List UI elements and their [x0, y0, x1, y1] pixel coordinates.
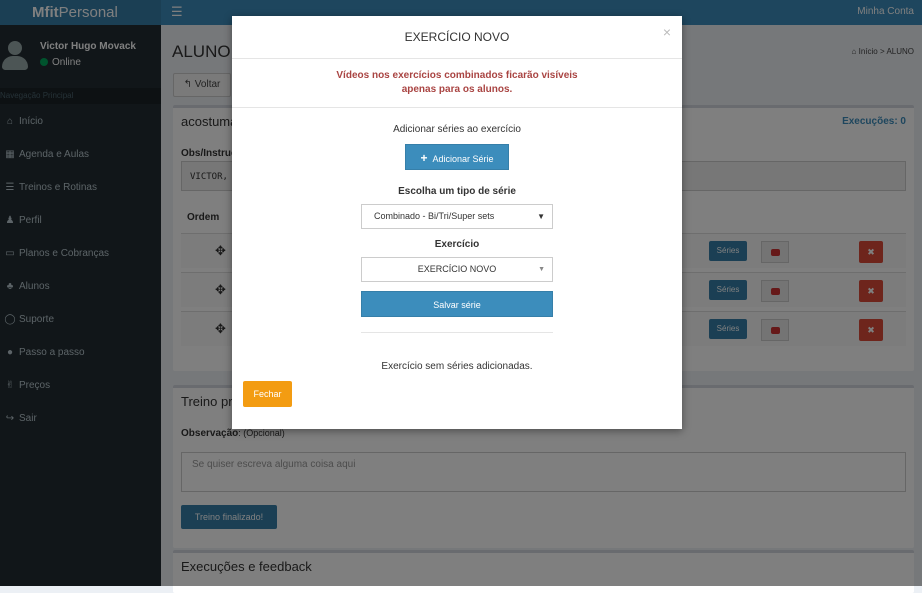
- modal-title: EXERCÍCIO NOVO: [404, 30, 510, 44]
- close-button[interactable]: Fechar: [243, 381, 292, 407]
- add-series-label: Adicionar séries ao exercício: [393, 124, 521, 135]
- caret-down-icon: ▼: [537, 212, 545, 221]
- new-exercise-modal: EXERCÍCIO NOVO × Vídeos nos exercícios c…: [232, 16, 682, 429]
- empty-series-message: Exercício sem séries adicionadas.: [381, 361, 533, 372]
- divider: [361, 332, 553, 333]
- exercise-label: Exercício: [434, 239, 480, 250]
- divider: [232, 107, 682, 108]
- save-series-button[interactable]: Salvar série: [361, 291, 553, 317]
- divider: [232, 58, 682, 59]
- warning-message: Vídeos nos exercícios combinados ficarão…: [336, 70, 578, 95]
- series-type-label: Escolha um tipo de série: [398, 186, 516, 197]
- caret-down-icon: ▼: [538, 266, 545, 273]
- plus-icon: +: [420, 151, 428, 165]
- series-type-select[interactable]: Combinado - Bi/Tri/Super sets ▼: [361, 204, 553, 229]
- add-series-button[interactable]: + Adicionar Série: [405, 144, 509, 170]
- exercise-select[interactable]: EXERCÍCIO NOVO ▼: [361, 257, 553, 282]
- close-icon[interactable]: ×: [663, 24, 671, 40]
